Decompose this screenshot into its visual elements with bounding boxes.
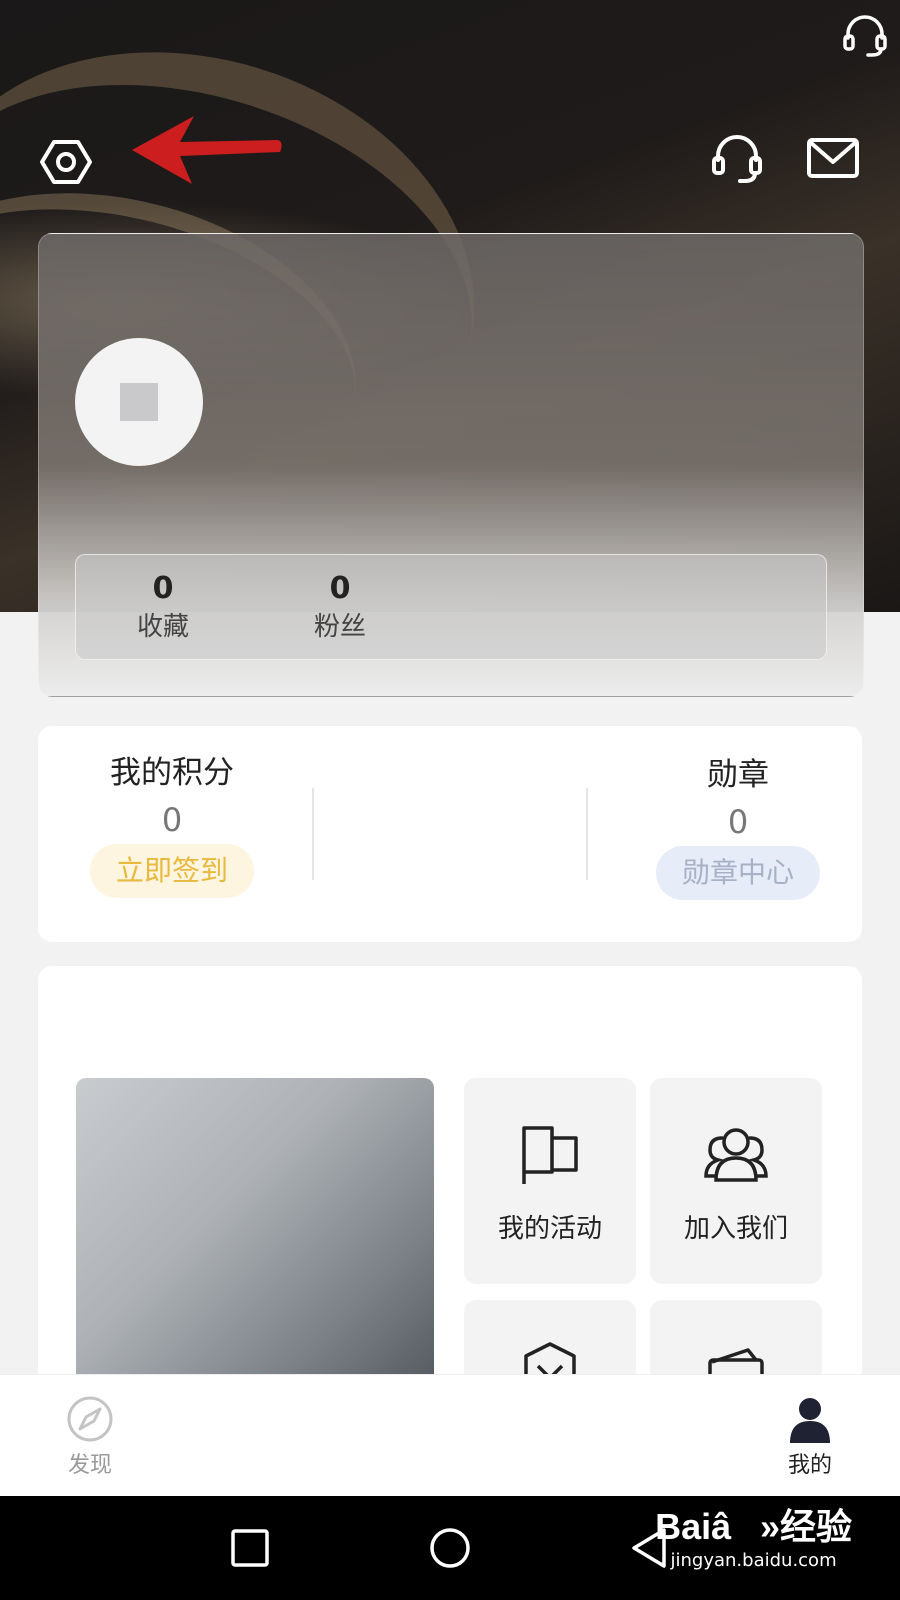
baidu-jingyan-watermark: Baiâ»经验 jingyan.baidu.com: [655, 1504, 852, 1572]
nav-discover-label: 发现: [67, 1453, 112, 1478]
favorites-label: 收藏: [136, 612, 189, 642]
divider: [586, 788, 588, 880]
favorites-stat[interactable]: 0 收藏: [103, 571, 223, 647]
recent-apps-button[interactable]: [228, 1526, 272, 1570]
services-card: 我的活动 加入我们: [38, 966, 862, 1386]
my-activities-tile[interactable]: 我的活动: [464, 1078, 636, 1284]
my-activities-label: 我的活动: [497, 1214, 602, 1244]
customer-service-button[interactable]: [708, 130, 766, 186]
fans-count: 0: [329, 571, 351, 606]
watermark-url: jingyan.baidu.com: [670, 1550, 837, 1571]
settings-icon: [40, 140, 92, 184]
headset-icon: [712, 135, 762, 183]
medals-value: 0: [727, 803, 749, 841]
user-icon: [790, 1398, 830, 1443]
messages-button[interactable]: [806, 136, 860, 182]
nav-discover[interactable]: 发现: [40, 1395, 140, 1481]
mail-icon: [807, 138, 859, 178]
watermark-brand: Baiâ»经验: [655, 1506, 852, 1547]
flag-icon: [522, 1126, 578, 1184]
favorites-count: 0: [152, 571, 174, 606]
compass-icon: [67, 1396, 113, 1442]
divider: [312, 788, 314, 880]
points-card: 我的积分 0 立即签到 勋章 0 勋章中心: [38, 726, 862, 942]
group-icon: [704, 1128, 768, 1182]
points-value: 0: [161, 801, 183, 839]
home-button[interactable]: [428, 1526, 472, 1570]
red-arrow-annotation-icon: [132, 116, 282, 184]
join-us-tile[interactable]: 加入我们: [650, 1078, 822, 1284]
join-us-label: 加入我们: [683, 1214, 788, 1244]
feature-banner-image[interactable]: [76, 1078, 434, 1386]
profile-card: 0 收藏 0 粉丝: [38, 233, 864, 697]
settings-button[interactable]: [38, 134, 94, 190]
nav-mine-label: 我的: [787, 1453, 832, 1478]
points-section: 我的积分 0 立即签到: [86, 750, 258, 898]
customer-service-icon[interactable]: [840, 10, 890, 60]
system-navigation-bar: Baiâ»经验 jingyan.baidu.com: [0, 1496, 900, 1600]
avatar-placeholder: [120, 383, 158, 421]
points-title: 我的积分: [110, 755, 234, 791]
fans-stat[interactable]: 0 粉丝: [280, 571, 400, 647]
avatar[interactable]: [75, 338, 203, 466]
nav-mine[interactable]: 我的: [760, 1395, 860, 1481]
square-icon: [231, 1529, 269, 1567]
medals-title: 勋章: [707, 757, 769, 793]
medals-section: 勋章 0 勋章中心: [650, 752, 826, 900]
circle-icon: [430, 1528, 470, 1568]
fans-label: 粉丝: [313, 612, 366, 642]
medal-center-button[interactable]: 勋章中心: [655, 846, 820, 900]
stats-box: 0 收藏 0 粉丝: [75, 554, 827, 660]
checkin-button[interactable]: 立即签到: [89, 844, 254, 898]
bottom-navigation: 发现 我的: [0, 1374, 900, 1496]
